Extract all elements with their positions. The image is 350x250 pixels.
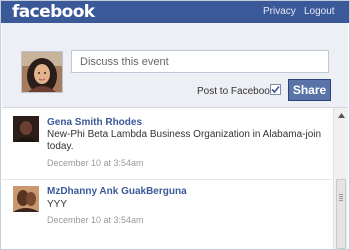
logout-link[interactable]: Logout — [304, 5, 335, 18]
author-avatar[interactable] — [13, 116, 39, 142]
author-avatar[interactable] — [13, 186, 39, 212]
post-to-facebook-checkbox[interactable] — [270, 84, 281, 95]
post-message: New-Phi Beta Lambda Business Organizatio… — [47, 129, 322, 152]
scroll-grip-icon — [339, 194, 343, 202]
feed-scrollbar[interactable] — [333, 108, 348, 249]
checkbox-check-icon — [271, 85, 280, 94]
scroll-up-arrow-icon — [338, 113, 345, 118]
facebook-logo[interactable]: facebook — [12, 2, 95, 22]
discuss-event-input[interactable] — [71, 50, 329, 73]
post-author[interactable]: MzDhanny Ank GuakBerguna — [47, 185, 187, 198]
feed-post: MzDhanny Ank GuakBerguna YYY December 10… — [2, 179, 332, 225]
share-button[interactable]: Share — [288, 79, 331, 101]
user-avatar[interactable] — [21, 51, 63, 93]
post-message: YYY — [47, 199, 68, 210]
user-avatar-icon — [22, 52, 62, 92]
author-avatar-icon — [13, 116, 39, 142]
header-bar: facebook Privacy Logout — [1, 1, 349, 23]
scroll-thumb[interactable] — [336, 179, 346, 249]
post-composer: Post to Facebook Share — [2, 23, 348, 108]
author-avatar-icon — [13, 186, 39, 212]
comment-feed: Gena Smith Rhodes New-Phi Beta Lambda Bu… — [2, 108, 348, 249]
privacy-link[interactable]: Privacy — [263, 5, 296, 18]
facebook-widget: facebook Privacy Logout Post to Facebook… — [0, 0, 350, 250]
post-author[interactable]: Gena Smith Rhodes — [47, 116, 142, 129]
post-to-facebook-label: Post to Facebook — [197, 86, 275, 97]
post-timestamp[interactable]: December 10 at 3:54am — [47, 157, 144, 169]
scroll-up-button[interactable] — [334, 109, 348, 122]
post-timestamp[interactable]: December 10 at 3:54am — [47, 214, 144, 226]
